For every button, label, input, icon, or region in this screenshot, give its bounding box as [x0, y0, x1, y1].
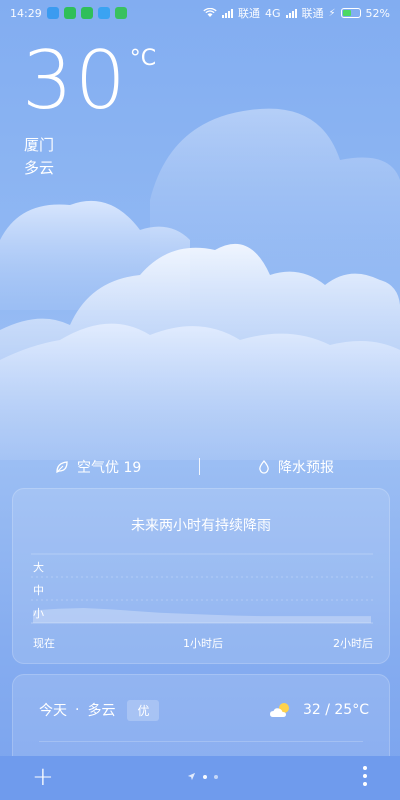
- raindrop-icon: [259, 460, 269, 474]
- x-tick-label-now: 现在: [33, 637, 55, 650]
- page-dot-active: [203, 774, 207, 779]
- status-bar: 14:29 联通 4G 联通 ⚡ 52%: [0, 0, 400, 26]
- leaf-icon: [56, 461, 68, 474]
- divider: [39, 741, 363, 742]
- x-tick-label-1h: 1小时后: [183, 637, 223, 650]
- wechat-icon: [80, 7, 93, 19]
- wifi-icon: [203, 8, 217, 17]
- android-icon: [114, 7, 127, 19]
- bottom-bar: +: [0, 756, 400, 800]
- precipitation-area: [33, 608, 371, 623]
- page-dot: [214, 774, 218, 779]
- signal-icon: [285, 8, 297, 18]
- network-type: 4G: [264, 6, 281, 20]
- more-icon: [363, 766, 367, 770]
- battery-percent: 52%: [365, 6, 390, 20]
- precip-label: 降水预报: [278, 460, 334, 476]
- more-options-button[interactable]: [362, 766, 368, 786]
- status-time: 14:29: [10, 6, 42, 20]
- add-city-button[interactable]: +: [32, 762, 54, 792]
- divider: [199, 458, 200, 475]
- temperature-unit: °C: [129, 46, 157, 71]
- carrier-2: 联通: [301, 7, 324, 20]
- signal-icon: [221, 8, 233, 18]
- charging-icon: ⚡: [328, 7, 336, 19]
- page-indicator: [187, 772, 218, 781]
- forecast-separator: ·: [75, 702, 80, 718]
- aqi-badge: 优: [127, 699, 160, 721]
- precipitation-card: 未来两小时有持续降雨 大 中 小 现在 1小时后 2小时后: [12, 488, 390, 664]
- cloud-illustration: [0, 108, 400, 460]
- precipitation-chart: 大 中 小 现在 1小时后 2小时后: [31, 553, 373, 650]
- app-icon: [97, 7, 110, 19]
- carrier-1: 联通: [237, 7, 260, 20]
- aqi-label: 空气优 19: [77, 460, 142, 476]
- precipitation-forecast-link[interactable]: 降水预报: [258, 457, 334, 477]
- wechat-icon: [63, 7, 76, 19]
- add-icon: +: [32, 762, 54, 792]
- precip-title: 未来两小时有持续降雨: [131, 518, 271, 534]
- forecast-row-today[interactable]: 今天 · 多云 优 32 / 25°C: [39, 699, 369, 721]
- location-icon: [187, 772, 196, 781]
- battery-icon: [340, 8, 361, 18]
- x-tick-label-2h: 2小时后: [333, 637, 373, 650]
- forecast-temp-range: 32 / 25°C: [302, 702, 369, 718]
- forecast-day: 今天: [39, 703, 67, 719]
- partly-cloudy-icon: [269, 703, 289, 717]
- usb-debug-icon: [46, 7, 59, 19]
- y-tick-label-medium: 中: [33, 584, 44, 597]
- y-tick-label-heavy: 大: [33, 560, 44, 574]
- info-strip: 空气优 19 降水预报: [0, 455, 400, 479]
- air-quality-link[interactable]: 空气优 19: [55, 457, 141, 477]
- forecast-condition: 多云: [87, 703, 116, 719]
